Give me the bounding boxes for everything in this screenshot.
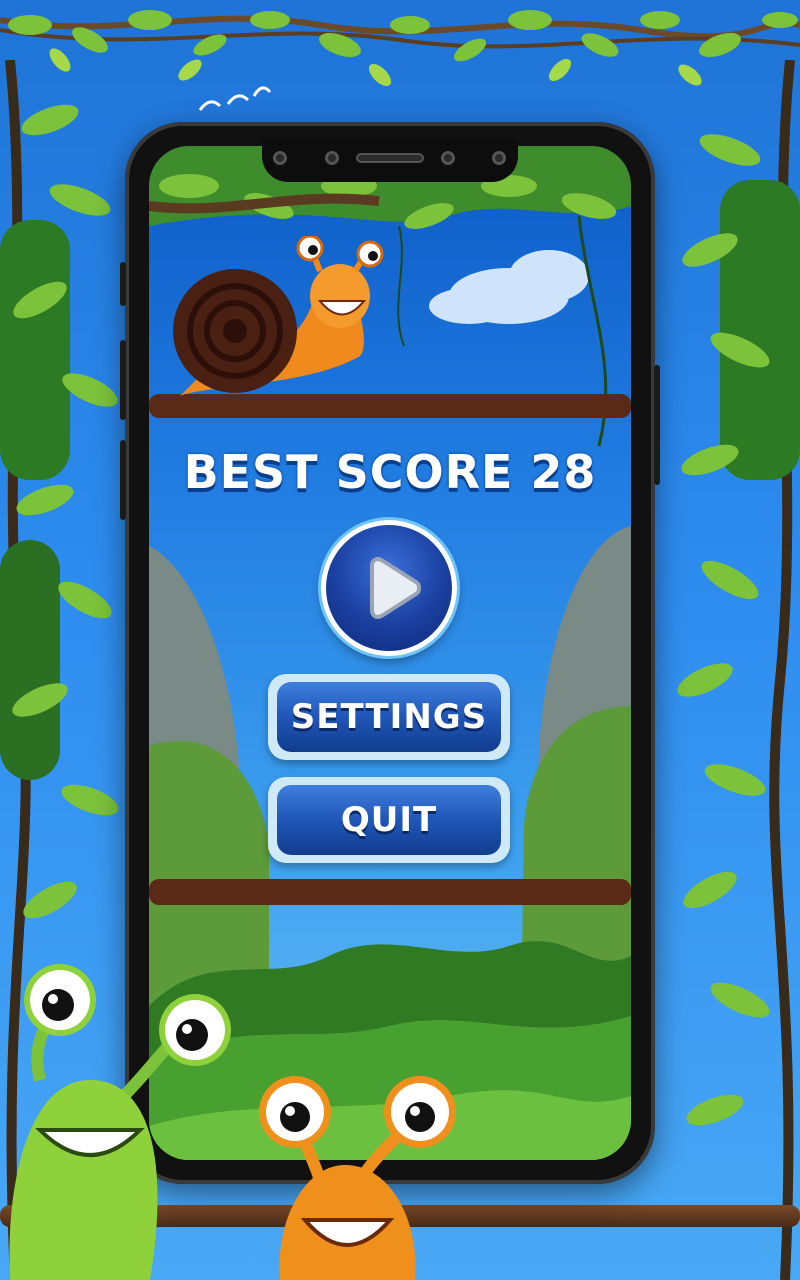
settings-button[interactable]: SETTINGS xyxy=(268,674,510,760)
play-icon xyxy=(370,556,421,620)
phone-side-button xyxy=(120,262,126,306)
settings-button-label: SETTINGS xyxy=(277,682,501,752)
green-slug-character xyxy=(9,964,231,1280)
orange-slug-character xyxy=(259,1076,456,1280)
quit-button-label: QUIT xyxy=(277,785,501,855)
best-score-label: BEST SCORE 28 xyxy=(183,445,597,499)
quit-button[interactable]: QUIT xyxy=(268,777,510,863)
phone-side-button xyxy=(120,340,126,420)
cloud xyxy=(429,250,589,324)
play-button[interactable] xyxy=(321,520,457,656)
snail-character xyxy=(173,236,384,396)
phone-power-button xyxy=(654,365,660,485)
camera-icon xyxy=(492,151,506,165)
camera-icon xyxy=(441,151,455,165)
phone-side-button xyxy=(120,440,126,520)
speaker-icon xyxy=(356,153,424,163)
jungle-vine-right xyxy=(677,60,800,1280)
camera-icon xyxy=(273,151,287,165)
camera-icon xyxy=(325,151,339,165)
